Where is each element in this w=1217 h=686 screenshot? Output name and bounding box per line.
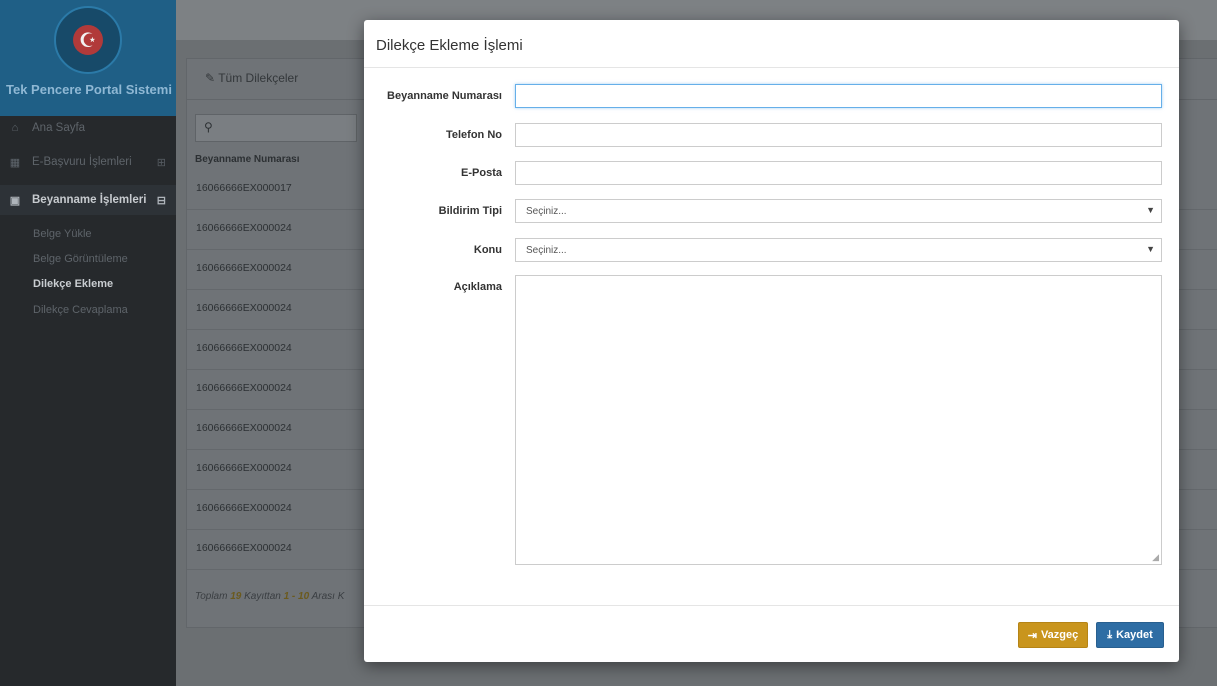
sidebar-item-label: Beyanname İşlemleri bbox=[32, 194, 147, 206]
crescent-emblem-icon: ☪ bbox=[73, 25, 103, 55]
exit-icon: ⇥ bbox=[1027, 629, 1037, 642]
sidebar-item-beyanname[interactable]: ▣ Beyanname İşlemleri ⊟ bbox=[0, 185, 176, 215]
logo: ☪ bbox=[54, 6, 122, 74]
sidebar-subitem-belge-goruntuleme[interactable]: Belge Görüntüleme bbox=[33, 253, 128, 265]
panel-title: ✎ Tüm Dilekçeler bbox=[205, 71, 299, 85]
eposta-label: E-Posta bbox=[461, 167, 502, 179]
konu-label: Konu bbox=[473, 244, 502, 256]
modal-title: Dilekçe Ekleme İşlemi bbox=[376, 37, 523, 54]
sidebar-item-label: Ana Sayfa bbox=[32, 122, 86, 134]
brand-title: Tek Pencere Portal Sistemi bbox=[6, 82, 172, 97]
sidebar-item-home[interactable]: ⌂ Ana Sayfa bbox=[0, 113, 176, 143]
phone-input[interactable] bbox=[515, 123, 1162, 147]
add-petition-modal: Dilekçe Ekleme İşlemi Beyanname Numarası… bbox=[364, 20, 1179, 662]
sidebar: ☪ Tek Pencere Portal Sistemi ⌂ Ana Sayfa… bbox=[0, 0, 176, 686]
resize-handle-icon[interactable]: ◢ bbox=[1152, 552, 1159, 563]
notification-type-select[interactable]: Seçiniz... ▼ bbox=[515, 199, 1162, 223]
select-value: Seçiniz... bbox=[526, 244, 567, 256]
cancel-button[interactable]: ⇥ Vazgeç bbox=[1018, 622, 1088, 648]
expand-icon[interactable]: ⊞ bbox=[157, 156, 166, 169]
bildirim-tipi-label: Bildirim Tipi bbox=[438, 205, 502, 217]
edit-icon: ✎ bbox=[205, 71, 216, 85]
modal-footer-divider bbox=[364, 605, 1179, 606]
subject-select[interactable]: Seçiniz... ▼ bbox=[515, 238, 1162, 262]
collapse-icon[interactable]: ⊟ bbox=[157, 194, 166, 207]
sidebar-subitem-dilekce-ekleme[interactable]: Dilekçe Ekleme bbox=[33, 278, 113, 290]
download-icon: ⤓ bbox=[1107, 628, 1113, 641]
beyanname-label: Beyanname Numarası bbox=[387, 90, 502, 102]
select-value: Seçiniz... bbox=[526, 205, 567, 217]
sidebar-subitem-belge-yukle[interactable]: Belge Yükle bbox=[33, 228, 92, 240]
chart-icon: ▦ bbox=[9, 156, 21, 169]
home-icon: ⌂ bbox=[11, 122, 19, 134]
save-button[interactable]: ⤓ Kaydet bbox=[1096, 622, 1164, 648]
modal-header-divider bbox=[364, 67, 1179, 68]
description-textarea[interactable]: ◢ bbox=[515, 275, 1162, 565]
table-search-input[interactable]: ⚲ bbox=[195, 114, 357, 142]
column-header-beyanname[interactable]: Beyanname Numarası bbox=[195, 154, 300, 165]
sidebar-subitem-dilekce-cevaplama[interactable]: Dilekçe Cevaplama bbox=[33, 304, 128, 316]
beyanname-number-input[interactable] bbox=[515, 84, 1162, 108]
sidebar-header: ☪ Tek Pencere Portal Sistemi bbox=[0, 0, 176, 116]
sidebar-item-label: E-Başvuru İşlemleri bbox=[32, 156, 132, 168]
search-icon: ⚲ bbox=[204, 120, 213, 134]
telefon-label: Telefon No bbox=[445, 129, 502, 141]
email-input[interactable] bbox=[515, 161, 1162, 185]
aciklama-label: Açıklama bbox=[453, 281, 502, 293]
pagination-summary: Toplam 19 Kayıttan 1 - 10 Arası K bbox=[195, 591, 345, 602]
caret-down-icon: ▼ bbox=[1146, 205, 1155, 215]
sidebar-item-e-basvuru[interactable]: ▦ E-Başvuru İşlemleri ⊞ bbox=[0, 147, 176, 177]
caret-down-icon: ▼ bbox=[1146, 244, 1155, 254]
image-icon: ▣ bbox=[9, 194, 21, 207]
